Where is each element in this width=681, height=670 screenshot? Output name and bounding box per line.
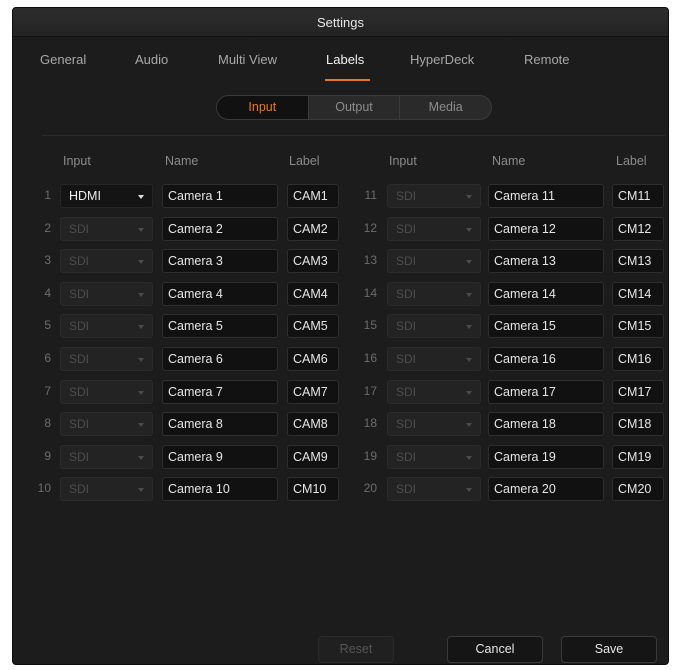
name-field[interactable]: Camera 19	[488, 444, 604, 469]
chevron-down-icon	[466, 358, 472, 362]
table-row: 18 SDI Camera 18 CM18	[13, 412, 668, 437]
tab-multi-view[interactable]: Multi View	[218, 52, 277, 67]
column-header-name: Name	[492, 154, 526, 168]
chevron-down-icon	[466, 488, 472, 493]
name-field[interactable]: Camera 15	[488, 314, 604, 339]
chevron-down-icon	[466, 227, 472, 232]
input-source-dropdown: SDI	[387, 347, 481, 371]
input-source-value: SDI	[396, 319, 417, 334]
input-number: 15	[363, 318, 377, 333]
input-number: 11	[364, 188, 377, 202]
name-field[interactable]: Camera 17	[488, 379, 604, 404]
input-number: 18	[363, 416, 377, 431]
label-field[interactable]: CM15	[612, 314, 664, 339]
label-field[interactable]: CM20	[612, 477, 664, 502]
tab-bar: General Audio Multi View Labels HyperDec…	[13, 38, 668, 84]
input-source-dropdown: SDI	[387, 216, 481, 241]
input-source-dropdown: SDI	[387, 477, 481, 502]
input-source-value: SDI	[396, 221, 417, 236]
input-source-value: SDI	[396, 286, 417, 301]
column-header-input: Input	[389, 154, 417, 168]
input-source-value: SDI	[396, 254, 417, 269]
input-source-value: SDI	[396, 482, 417, 497]
input-number: 17	[363, 383, 377, 398]
column-header-name: Name	[165, 154, 199, 168]
input-number: 13	[363, 253, 377, 268]
table-row: 16 SDI Camera 16 CM16	[13, 347, 668, 371]
table-row: 19 SDI Camera 19 CM19	[13, 444, 668, 469]
input-source-value: SDI	[396, 352, 417, 366]
label-field[interactable]: CM13	[612, 249, 664, 274]
input-source-dropdown: SDI	[387, 281, 481, 306]
input-number: 16	[363, 351, 377, 365]
chevron-down-icon	[466, 423, 472, 428]
input-source-dropdown: SDI	[387, 444, 481, 469]
name-field[interactable]: Camera 20	[488, 477, 604, 502]
input-source-dropdown: SDI	[387, 184, 481, 208]
input-source-dropdown: SDI	[387, 314, 481, 339]
input-source-dropdown: SDI	[387, 249, 481, 274]
table-row: 17 SDI Camera 17 CM17	[13, 379, 668, 404]
tab-audio[interactable]: Audio	[135, 52, 168, 67]
input-source-value: SDI	[396, 417, 417, 432]
save-button[interactable]: Save	[561, 636, 657, 663]
tab-labels[interactable]: Labels	[326, 52, 364, 67]
label-field[interactable]: CM14	[612, 281, 664, 306]
table-row: 12 SDI Camera 12 CM12	[13, 216, 668, 241]
tab-hyperdeck[interactable]: HyperDeck	[410, 52, 474, 67]
tab-remote[interactable]: Remote	[524, 52, 570, 67]
label-field[interactable]: CM16	[612, 347, 664, 371]
column-header-label: Label	[616, 154, 647, 168]
input-number: 20	[363, 481, 377, 496]
label-field[interactable]: CM17	[612, 379, 664, 404]
active-tab-indicator	[325, 79, 370, 81]
table-row: 14 SDI Camera 14 CM14	[13, 281, 668, 306]
chevron-down-icon	[466, 195, 472, 199]
input-source-dropdown: SDI	[387, 412, 481, 437]
table-row: 20 SDI Camera 20 CM20	[13, 477, 668, 502]
name-field[interactable]: Camera 14	[488, 281, 604, 306]
tab-general[interactable]: General	[40, 52, 86, 67]
name-field[interactable]: Camera 12	[488, 216, 604, 241]
table-row: 13 SDI Camera 13 CM13	[13, 249, 668, 274]
label-field[interactable]: CM19	[612, 444, 664, 469]
label-type-segmented-control: Input Output Media	[216, 95, 492, 120]
column-header-label: Label	[289, 154, 320, 168]
input-number: 19	[363, 448, 377, 463]
input-number: 12	[363, 220, 377, 235]
label-field[interactable]: CM12	[612, 216, 664, 241]
input-source-value: SDI	[396, 384, 417, 399]
chevron-down-icon	[466, 260, 472, 265]
window-title: Settings	[13, 8, 668, 37]
table-row: 11 SDI Camera 11 CM11	[13, 184, 668, 208]
table-row: 15 SDI Camera 15 CM15	[13, 314, 668, 339]
name-field[interactable]: Camera 11	[488, 184, 604, 208]
segment-input[interactable]: Input	[217, 96, 308, 119]
reset-button[interactable]: Reset	[318, 636, 394, 663]
chevron-down-icon	[466, 455, 472, 460]
label-field[interactable]: CM11	[612, 184, 664, 208]
chevron-down-icon	[466, 325, 472, 330]
name-field[interactable]: Camera 18	[488, 412, 604, 437]
input-source-value: SDI	[396, 449, 417, 464]
column-header-input: Input	[63, 154, 91, 168]
segment-media[interactable]: Media	[399, 96, 491, 119]
label-field[interactable]: CM18	[612, 412, 664, 437]
chevron-down-icon	[466, 390, 472, 395]
input-number: 14	[363, 285, 377, 300]
input-source-value: SDI	[396, 189, 417, 203]
cancel-button[interactable]: Cancel	[447, 636, 543, 663]
settings-window: Settings General Audio Multi View Labels…	[12, 7, 669, 665]
name-field[interactable]: Camera 16	[488, 347, 604, 371]
input-source-dropdown: SDI	[387, 379, 481, 404]
name-field[interactable]: Camera 13	[488, 249, 604, 274]
segment-output[interactable]: Output	[307, 96, 400, 119]
chevron-down-icon	[466, 292, 472, 297]
divider	[42, 135, 665, 136]
